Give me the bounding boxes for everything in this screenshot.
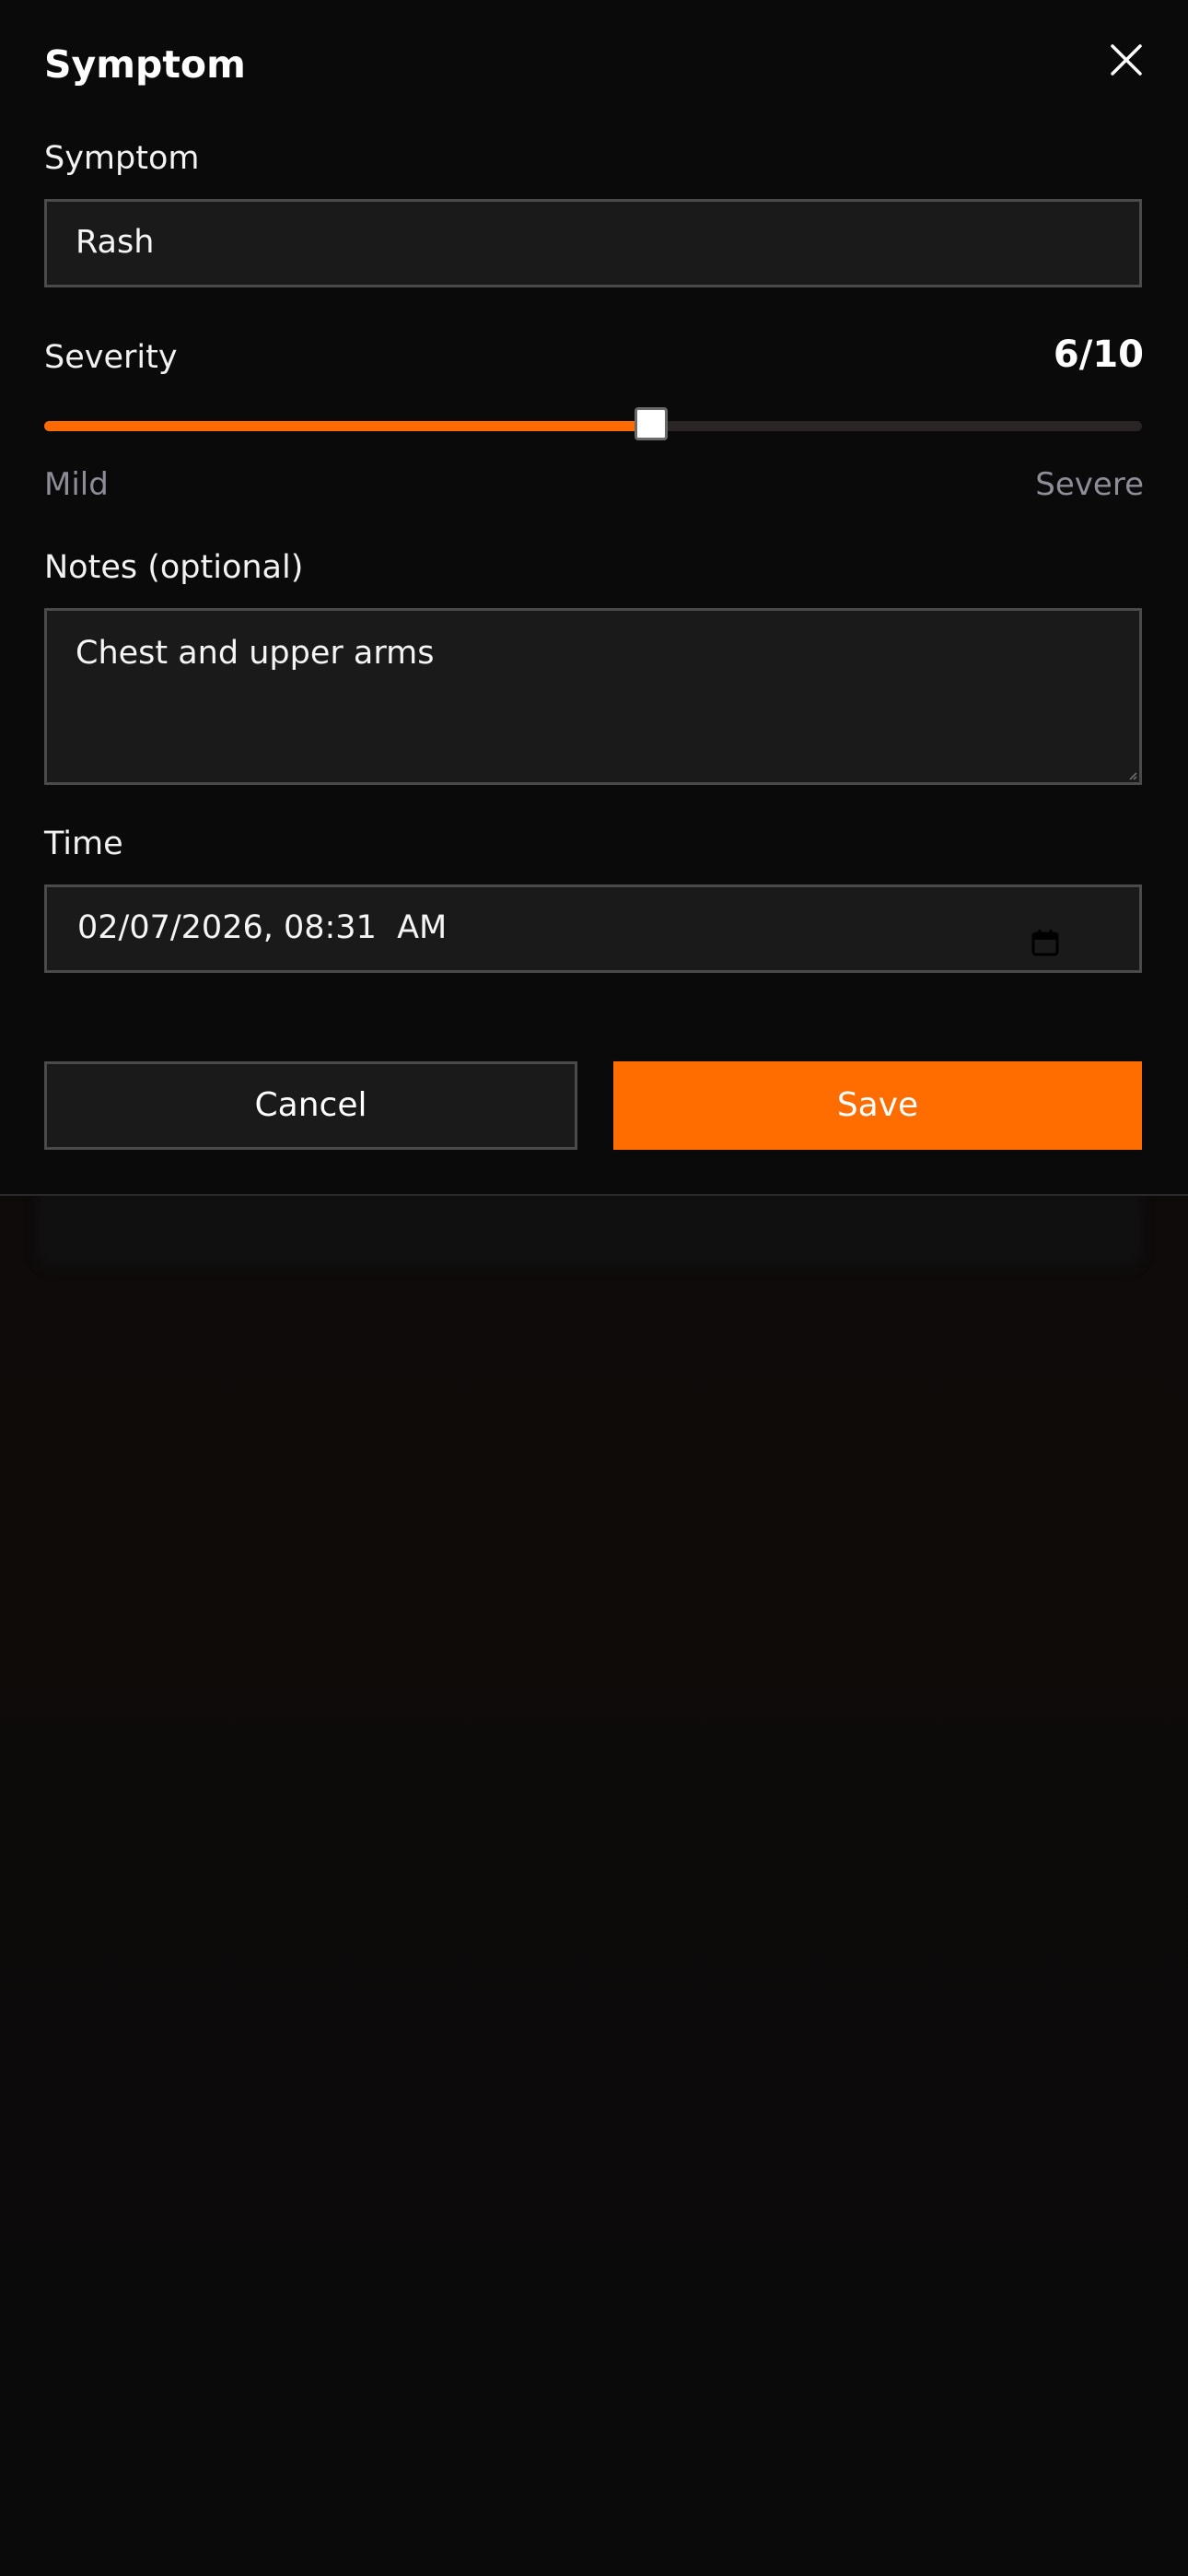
severity-max-label: Severe bbox=[1035, 466, 1144, 503]
symptom-modal: Symptom Symptom Rash Severity 6/10 Mild … bbox=[0, 0, 1188, 1196]
resize-handle-icon[interactable] bbox=[1128, 771, 1137, 780]
severity-slider-fill bbox=[44, 421, 652, 431]
symptom-label: Symptom bbox=[44, 140, 200, 177]
severity-min-label: Mild bbox=[44, 466, 109, 503]
severity-slider-thumb[interactable] bbox=[635, 407, 669, 440]
time-input[interactable]: 02/07/2026, 08:31 AM bbox=[44, 884, 1142, 973]
notes-textarea-value: Chest and upper arms bbox=[76, 635, 435, 672]
notes-label: Notes (optional) bbox=[44, 549, 304, 586]
save-button[interactable]: Save bbox=[613, 1061, 1142, 1150]
severity-label: Severity bbox=[44, 339, 178, 376]
symptom-input-value: Rash bbox=[76, 224, 155, 261]
close-button[interactable] bbox=[1103, 37, 1149, 83]
calendar-icon[interactable] bbox=[1030, 927, 1061, 958]
cancel-button[interactable]: Cancel bbox=[44, 1061, 577, 1150]
modal-title: Symptom bbox=[44, 42, 246, 87]
symptom-input[interactable]: Rash bbox=[44, 199, 1142, 287]
notes-textarea[interactable]: Chest and upper arms bbox=[44, 608, 1142, 785]
severity-value: 6/10 bbox=[1053, 334, 1144, 376]
blurred-entry-card bbox=[37, 1184, 1142, 1267]
severity-slider-track[interactable] bbox=[44, 421, 1142, 431]
close-icon bbox=[1111, 44, 1142, 76]
time-input-value: 02/07/2026, 08:31 AM bbox=[77, 909, 448, 946]
time-label: Time bbox=[44, 825, 123, 862]
